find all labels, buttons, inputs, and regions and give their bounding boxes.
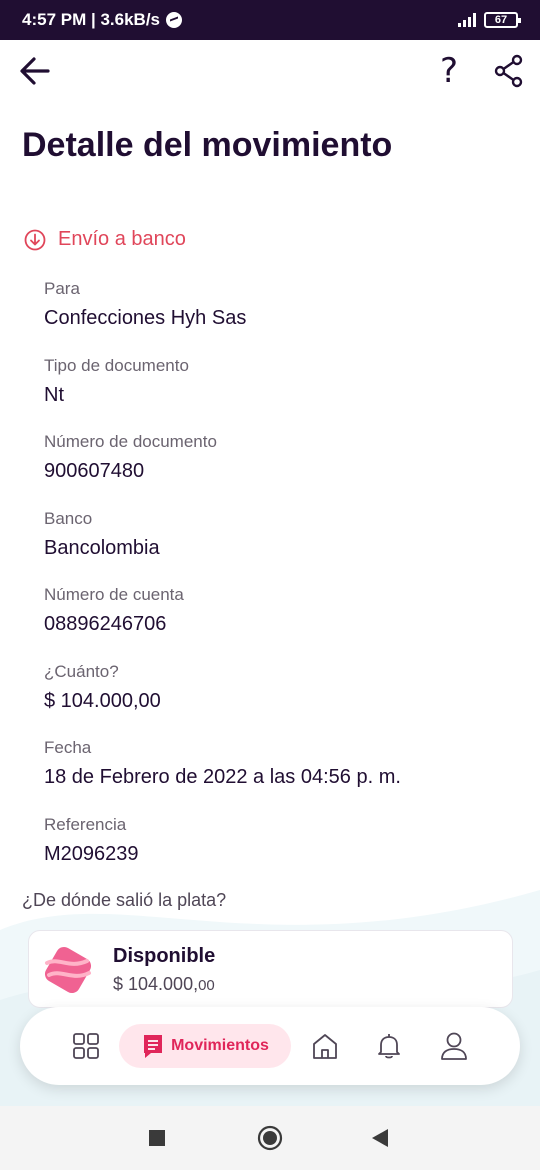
page-title: Detalle del movimiento <box>22 126 393 164</box>
field-value: Confecciones Hyh Sas <box>44 307 247 329</box>
share-icon[interactable] <box>494 54 524 88</box>
nav-item-notifications[interactable] <box>367 1024 411 1068</box>
field-label: Tipo de documento <box>44 356 189 375</box>
nav-item-profile[interactable] <box>432 1024 476 1068</box>
field-value: 08896246706 <box>44 613 167 635</box>
field-tipo-documento: Tipo de documento Nt <box>44 355 189 409</box>
field-cuanto: ¿Cuánto? $ 104.000,00 <box>44 661 161 715</box>
source-question: ¿De dónde salió la plata? <box>22 890 227 910</box>
battery-level: 67 <box>494 14 508 26</box>
bottom-nav: Movimientos <box>20 1007 520 1085</box>
field-value: $ 104.000,00 <box>44 690 161 712</box>
field-banco: Banco Bancolombia <box>44 508 160 562</box>
transaction-type: Envío a banco <box>24 228 186 251</box>
status-right: 67 <box>458 12 521 28</box>
pocket-amount: $ 104.000,00 <box>113 974 215 995</box>
field-value: Bancolombia <box>44 537 160 559</box>
status-time-speed: 4:57 PM | 3.6kB/s <box>22 10 160 29</box>
messenger-icon <box>166 12 182 28</box>
transaction-type-label: Envío a banco <box>58 228 186 250</box>
home-circle-icon[interactable] <box>257 1125 283 1151</box>
field-label: Referencia <box>44 815 127 834</box>
recents-icon[interactable] <box>148 1129 166 1147</box>
nav-item-home[interactable] <box>303 1024 347 1068</box>
nav-item-movimientos[interactable]: Movimientos <box>119 1024 291 1068</box>
battery-icon: 67 <box>484 12 521 28</box>
nav-active-label: Movimientos <box>171 1037 269 1054</box>
movements-icon <box>144 1035 163 1058</box>
field-numero-cuenta: Número de cuenta 08896246706 <box>44 584 184 638</box>
help-icon[interactable]: ? <box>440 52 458 90</box>
signal-icon <box>458 13 476 27</box>
grid-icon <box>73 1033 99 1059</box>
field-label: Banco <box>44 509 93 528</box>
back-arrow-icon[interactable] <box>18 54 52 88</box>
pocket-amount-main: $ 104.000, <box>113 974 199 994</box>
profile-icon <box>441 1032 467 1060</box>
pocket-icon <box>44 946 92 994</box>
nav-item-grid[interactable] <box>64 1024 108 1068</box>
download-circle-icon <box>24 229 46 250</box>
field-label: ¿Cuánto? <box>44 662 119 681</box>
field-value: 900607480 <box>44 460 145 482</box>
field-label: Para <box>44 279 80 298</box>
field-label: Fecha <box>44 738 92 757</box>
field-value: 18 de Febrero de 2022 a las 04:56 p. m. <box>44 766 401 788</box>
field-label: Número de documento <box>44 432 217 451</box>
field-numero-documento: Número de documento 900607480 <box>44 431 217 485</box>
field-para: Para Confecciones Hyh Sas <box>44 278 246 332</box>
home-icon <box>313 1034 337 1059</box>
system-nav-bar <box>0 1106 540 1170</box>
top-nav: ? <box>0 40 540 104</box>
field-label: Número de cuenta <box>44 585 184 604</box>
status-left: 4:57 PM | 3.6kB/s <box>22 10 182 30</box>
pocket-amount-cents: 00 <box>198 977 215 994</box>
back-triangle-icon[interactable] <box>371 1128 389 1148</box>
pocket-name: Disponible <box>113 945 216 967</box>
bell-icon <box>378 1034 400 1059</box>
status-bar: 4:57 PM | 3.6kB/s 67 <box>0 0 540 40</box>
pocket-card[interactable]: Disponible $ 104.000,00 <box>28 930 513 1008</box>
field-fecha: Fecha 18 de Febrero de 2022 a las 04:56 … <box>44 737 401 791</box>
field-value: Nt <box>44 384 64 406</box>
